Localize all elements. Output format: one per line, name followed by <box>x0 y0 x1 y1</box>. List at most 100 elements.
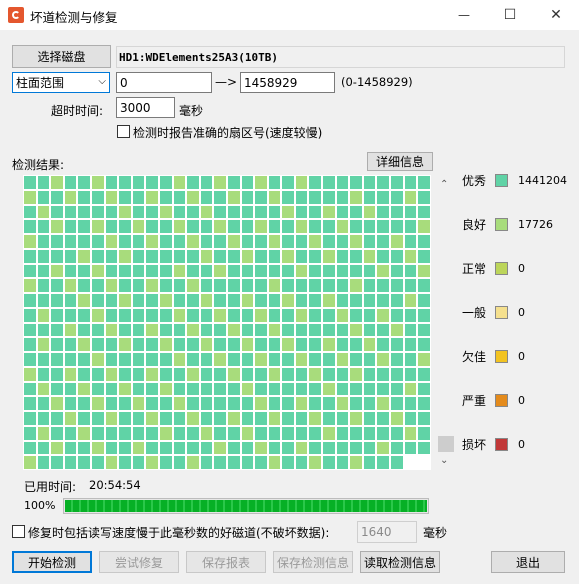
sector-cell <box>199 366 214 382</box>
sector-cell <box>403 425 418 441</box>
sector-cell <box>199 234 214 249</box>
sector-cell <box>145 411 159 426</box>
sector-cell <box>145 278 159 293</box>
report-sector-checkbox[interactable] <box>117 125 130 138</box>
sector-cell <box>77 175 91 190</box>
sector-cell <box>240 381 255 397</box>
legend-count: 1441204 <box>518 174 567 187</box>
sector-cell <box>376 440 391 456</box>
sector-cell <box>145 204 159 220</box>
sector-cell <box>118 175 132 190</box>
sector-cell <box>294 455 309 470</box>
sector-cell <box>186 322 200 338</box>
sector-cell <box>403 189 418 205</box>
sector-cell <box>199 455 214 470</box>
legend-label: 一般 <box>462 306 487 320</box>
sector-cell <box>63 293 78 308</box>
scrollbar-thumb[interactable] <box>438 436 454 452</box>
sector-cell <box>240 425 255 441</box>
sector-cell <box>376 278 391 293</box>
sector-cell <box>199 307 214 323</box>
sector-cell <box>213 263 227 279</box>
sector-cell <box>362 307 377 323</box>
sector-cell <box>254 204 268 220</box>
sector-cell <box>118 278 132 293</box>
sector-cell <box>63 411 78 426</box>
sector-cell <box>172 322 187 338</box>
sector-cell <box>63 263 78 279</box>
sector-cell <box>118 248 132 264</box>
exit-button[interactable]: 退出 <box>491 551 565 573</box>
range-mode-select[interactable]: 柱面范围 ⌵ <box>12 72 110 93</box>
sector-cell <box>90 322 105 338</box>
sector-cell <box>131 307 146 323</box>
sector-cell <box>349 263 363 279</box>
maximize-button[interactable]: ☐ <box>487 0 533 30</box>
sector-cell <box>349 204 363 220</box>
minimize-button[interactable]: — <box>441 0 487 30</box>
scroll-up-icon[interactable]: ⌃ <box>440 179 448 190</box>
sector-cell <box>281 322 295 338</box>
sector-cell <box>226 278 241 293</box>
sector-cell <box>199 381 214 397</box>
close-icon: ✕ <box>550 7 562 23</box>
sector-cell <box>131 322 146 338</box>
sector-cell <box>77 219 91 234</box>
sector-cell <box>403 204 418 220</box>
sector-cell <box>226 352 241 367</box>
sector-cell <box>281 278 295 293</box>
sector-cell <box>213 337 227 352</box>
sector-cell <box>145 248 159 264</box>
detail-info-button[interactable]: 详细信息 <box>367 152 433 171</box>
sector-cell <box>90 440 105 456</box>
sector-cell <box>335 396 350 411</box>
sector-cell <box>240 189 255 205</box>
legend-count: 0 <box>518 350 525 363</box>
sector-cell <box>118 234 132 249</box>
sector-cell <box>362 440 377 456</box>
sector-cell <box>77 234 91 249</box>
repair-slow-input[interactable]: 1640 <box>357 521 417 543</box>
sector-cell <box>362 425 377 441</box>
sector-cell <box>63 440 78 456</box>
timeout-input[interactable]: 3000 <box>116 97 175 118</box>
sector-cell <box>281 293 295 308</box>
sector-cell <box>362 263 377 279</box>
sector-cell <box>36 278 51 293</box>
repair-slow-checkbox[interactable] <box>12 525 25 538</box>
sector-cell <box>186 248 200 264</box>
sector-cell <box>254 425 268 441</box>
close-button[interactable]: ✕ <box>533 0 579 30</box>
sector-cell <box>90 307 105 323</box>
sector-cell <box>390 175 404 190</box>
sector-cell <box>267 234 282 249</box>
sector-cell <box>349 381 363 397</box>
save-report-button[interactable]: 保存报表 <box>186 551 266 573</box>
sector-cell <box>362 293 377 308</box>
sector-cell <box>77 337 91 352</box>
sector-cell <box>240 440 255 456</box>
sector-cell <box>403 440 418 456</box>
sector-cell <box>172 366 187 382</box>
sector-cell <box>349 248 363 264</box>
sector-cell <box>23 366 37 382</box>
sector-cell <box>267 307 282 323</box>
select-disk-button[interactable]: 选择磁盘 <box>12 45 111 68</box>
scroll-down-icon[interactable]: ⌄ <box>440 455 448 466</box>
save-scan-info-button[interactable]: 保存检测信息 <box>273 551 353 573</box>
sector-cell <box>63 337 78 352</box>
try-repair-button[interactable]: 尝试修复 <box>99 551 179 573</box>
sector-cell <box>240 175 255 190</box>
sector-cell <box>158 381 173 397</box>
range-start-input[interactable]: 0 <box>116 72 212 93</box>
sector-cell <box>158 175 173 190</box>
start-scan-button[interactable]: 开始检测 <box>12 551 92 573</box>
sector-cell <box>186 381 200 397</box>
sector-cell <box>362 337 377 352</box>
sector-cell <box>240 278 255 293</box>
sector-cell <box>390 204 404 220</box>
load-scan-info-button[interactable]: 读取检测信息 <box>360 551 440 573</box>
sector-cell <box>104 204 119 220</box>
range-end-input[interactable]: 1458929 <box>240 72 335 93</box>
sector-cell <box>158 322 173 338</box>
